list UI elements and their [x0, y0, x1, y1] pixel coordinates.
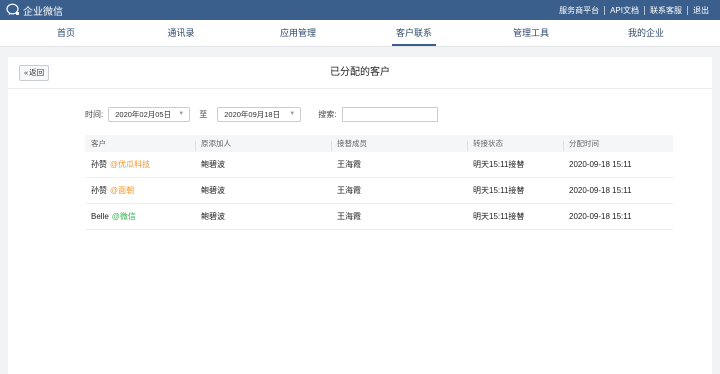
successor-cell: 王海霞: [337, 212, 361, 221]
table-row[interactable]: Belle @微信 鲍碧波 王海霞 明天15:11接替 2020-09-18 15…: [85, 204, 673, 230]
to-label: 至: [199, 109, 208, 119]
customer-company-tag: @优瓜科技: [110, 160, 151, 169]
provider-platform-link[interactable]: 服务商平台: [554, 5, 604, 16]
main-nav: 首页 通讯录 应用管理 客户联系 管理工具 我的企业: [0, 20, 720, 47]
column-header-assign-time[interactable]: 分配时间: [563, 138, 673, 151]
logo[interactable]: 企业微信: [6, 3, 63, 18]
column-header-transfer-status[interactable]: 转接状态: [467, 138, 563, 151]
caret-down-icon: ▼: [289, 111, 296, 117]
successor-cell: 王海霞: [337, 186, 361, 195]
assign-time-cell: 2020-09-18 15:11: [569, 160, 632, 169]
transfer-status-cell: 明天15:11接替: [473, 186, 525, 195]
start-date-select[interactable]: 2020年02月05日 ▼: [108, 106, 191, 122]
assign-time-cell: 2020-09-18 15:11: [569, 186, 632, 195]
column-header-successor[interactable]: 接替成员: [331, 138, 467, 151]
table-header: 客户 原添加人 接替成员 转接状态 分配时间: [85, 135, 673, 152]
page-title: 已分配的客户: [330, 67, 390, 78]
tab-app-management[interactable]: 应用管理: [258, 20, 338, 46]
customer-table: 客户 原添加人 接替成员 转接状态 分配时间 孙赞 @优瓜科技 鲍碧波 王海霞 明…: [85, 135, 673, 230]
transfer-status-cell: 明天15:11接替: [473, 212, 525, 221]
successor-cell: 王海霞: [337, 160, 361, 169]
back-button[interactable]: « 返回: [19, 65, 50, 81]
tab-contacts[interactable]: 通讯录: [141, 20, 221, 46]
transfer-status-cell: 明天15:11接替: [473, 160, 525, 169]
end-date-select[interactable]: 2020年09月18日 ▼: [217, 106, 302, 122]
double-chevron-left-icon: «: [24, 68, 29, 77]
top-links: 服务商平台 API文档 联系客服 退出: [554, 0, 714, 20]
search-label: 搜索:: [318, 109, 337, 119]
customer-cell: 孙赞 @优瓜科技: [85, 159, 195, 170]
api-docs-link[interactable]: API文档: [605, 5, 644, 16]
logo-text: 企业微信: [23, 6, 63, 18]
column-header-original-adder[interactable]: 原添加人: [195, 138, 331, 151]
time-label: 时间:: [85, 109, 104, 119]
original-adder-cell: 鲍碧波: [201, 212, 225, 221]
customer-company-tag: @面朝: [110, 186, 135, 195]
top-bar: 企业微信 服务商平台 API文档 联系客服 退出: [0, 0, 720, 20]
customer-name[interactable]: 孙赞: [91, 186, 107, 195]
customer-name[interactable]: 孙赞: [91, 160, 107, 169]
column-header-customer[interactable]: 客户: [85, 138, 195, 149]
tab-home[interactable]: 首页: [26, 20, 106, 46]
tab-my-enterprise[interactable]: 我的企业: [606, 20, 686, 46]
logout-link[interactable]: 退出: [688, 5, 714, 16]
search-input[interactable]: [342, 106, 439, 122]
customer-company-tag: @微信: [111, 212, 136, 221]
contact-support-link[interactable]: 联系客服: [645, 5, 687, 16]
original-adder-cell: 鲍碧波: [201, 186, 225, 195]
tab-management-tools[interactable]: 管理工具: [491, 20, 571, 46]
card-header: 已分配的客户 « 返回: [8, 57, 712, 89]
table-row[interactable]: 孙赞 @面朝 鲍碧波 王海霞 明天15:11接替 2020-09-18 15:11: [85, 178, 673, 204]
tab-customer-contact[interactable]: 客户联系: [374, 20, 454, 46]
customer-cell: Belle @微信: [85, 211, 195, 222]
end-date-value: 2020年09月18日: [224, 109, 281, 119]
filter-bar: 时间: 2020年02月05日 ▼ 至 2020年09月18日 ▼ 搜索:: [85, 106, 439, 122]
start-date-value: 2020年02月05日: [115, 109, 172, 119]
customer-cell: 孙赞 @面朝: [85, 185, 195, 196]
customer-name[interactable]: Belle: [91, 212, 109, 221]
original-adder-cell: 鲍碧波: [201, 160, 225, 169]
assign-time-cell: 2020-09-18 15:11: [569, 212, 632, 221]
table-row[interactable]: 孙赞 @优瓜科技 鲍碧波 王海霞 明天15:11接替 2020-09-18 15:…: [85, 152, 673, 178]
back-button-label: 返回: [29, 68, 45, 77]
caret-down-icon: ▼: [178, 111, 185, 117]
wecom-logo-icon: [6, 3, 20, 18]
